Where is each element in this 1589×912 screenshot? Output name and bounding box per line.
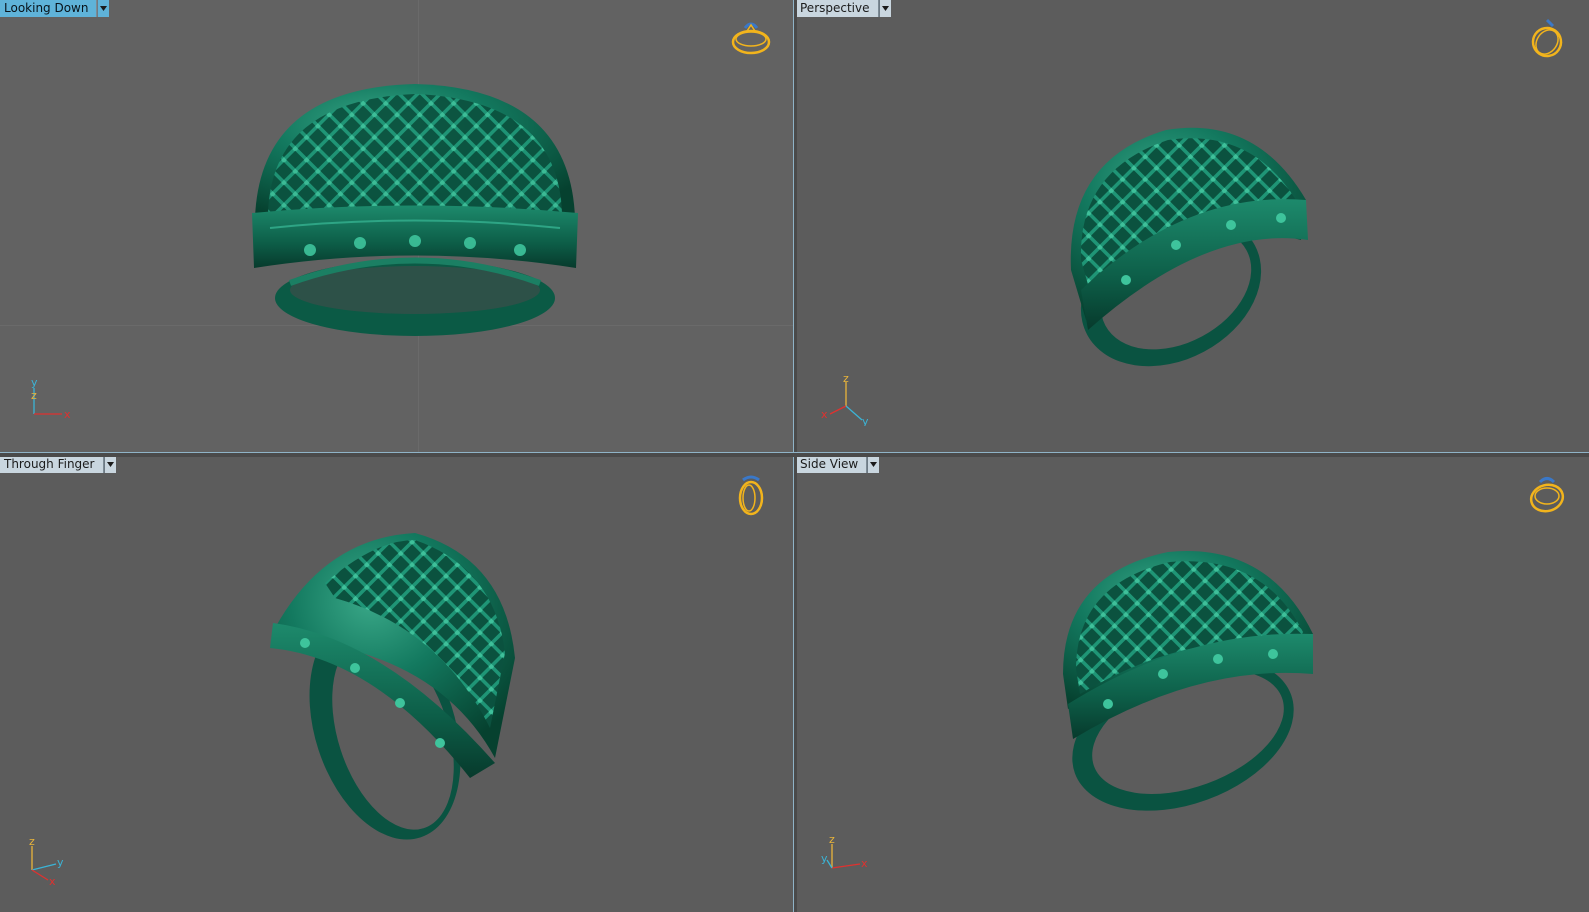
axis-label-x: x	[861, 857, 868, 870]
axis-label-z: z	[29, 836, 35, 848]
filigree-ring-model[interactable]	[1066, 120, 1326, 370]
viewport-splitter-horizontal[interactable]	[0, 452, 1589, 457]
ring-view-cube-icon[interactable]	[729, 470, 773, 516]
filigree-ring-model[interactable]	[265, 528, 525, 848]
viewport-label: Through Finger	[0, 456, 104, 473]
viewport-label: Perspective	[796, 0, 879, 17]
chevron-down-icon[interactable]	[103, 456, 116, 473]
axis-label-y: y	[862, 415, 869, 426]
viewport-label: Side View	[796, 456, 868, 473]
axis-gizmo-icon: z y x	[29, 836, 64, 886]
viewport-tab-through-finger[interactable]: Through Finger	[0, 456, 116, 473]
axis-gizmo-icon: z y x	[821, 836, 868, 870]
chevron-down-icon[interactable]	[97, 0, 110, 17]
axis-gizmo-icon: z x y	[821, 376, 869, 426]
viewport-tab-looking-down[interactable]: Looking Down	[0, 0, 110, 17]
axis-label-x: x	[49, 875, 56, 886]
ring-view-cube-icon[interactable]	[729, 14, 773, 60]
ring-view-cube-icon[interactable]	[1525, 14, 1569, 60]
axis-label-z: z	[829, 836, 835, 846]
viewport-tab-side-view[interactable]: Side View	[796, 456, 880, 473]
viewport-looking-down[interactable]: Looking Down y z x	[0, 0, 793, 452]
viewport-through-finger[interactable]: Through Finger z y x	[0, 456, 793, 912]
axis-label-y: y	[821, 852, 828, 865]
axis-label-y: y	[31, 376, 38, 389]
axis-label-z: z	[843, 376, 849, 385]
viewport-side-view[interactable]: Side View z y x	[796, 456, 1589, 912]
chevron-down-icon[interactable]	[878, 0, 891, 17]
axis-label-y: y	[57, 856, 64, 869]
axis-label-z: z	[31, 389, 37, 402]
axis-label-x: x	[821, 408, 828, 421]
chevron-down-icon[interactable]	[867, 456, 880, 473]
viewport-perspective[interactable]: Perspective z x y	[796, 0, 1589, 452]
viewport-label: Looking Down	[0, 0, 98, 17]
viewport-tab-perspective[interactable]: Perspective	[796, 0, 891, 17]
axis-label-x: x	[64, 408, 71, 421]
filigree-ring-model[interactable]	[1058, 544, 1328, 819]
filigree-ring-model[interactable]	[250, 78, 580, 340]
ring-view-cube-icon[interactable]	[1525, 470, 1569, 516]
axis-gizmo-icon: y z x	[31, 376, 71, 421]
